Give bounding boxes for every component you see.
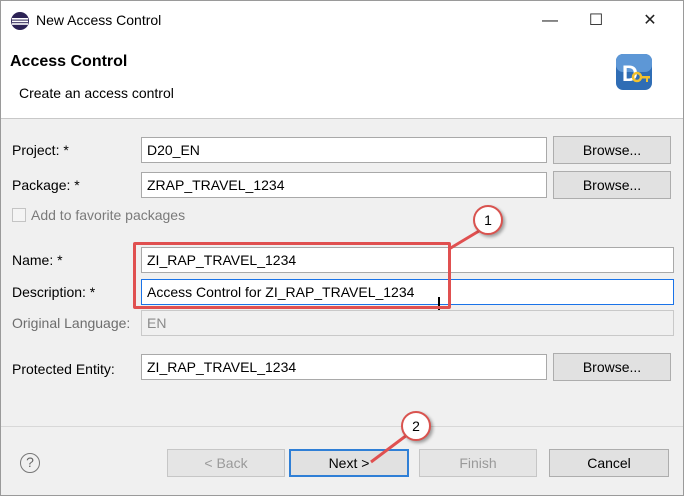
cancel-button[interactable]: Cancel: [549, 449, 669, 477]
new-access-control-dialog: New Access Control — ☐ ✕ Access Control …: [0, 0, 684, 496]
description-label: Description: *: [12, 284, 96, 300]
name-label: Name: *: [12, 252, 63, 268]
page-description: Create an access control: [19, 85, 174, 101]
minimize-button[interactable]: —: [527, 1, 573, 41]
protected-entity-browse-button[interactable]: Browse...: [553, 353, 671, 381]
favorite-packages-option[interactable]: Add to favorite packages: [12, 207, 185, 223]
page-title: Access Control: [10, 53, 128, 70]
favorite-packages-label: Add to favorite packages: [31, 207, 186, 223]
project-browse-button[interactable]: Browse...: [553, 136, 671, 164]
package-field[interactable]: ZRAP_TRAVEL_1234: [141, 172, 547, 198]
favorite-packages-checkbox[interactable]: [12, 208, 26, 222]
maximize-button[interactable]: ☐: [573, 1, 619, 41]
eclipse-icon: [11, 12, 29, 30]
project-field[interactable]: D20_EN: [141, 137, 547, 163]
access-control-key-icon: D: [616, 54, 652, 90]
back-button: < Back: [167, 449, 285, 477]
package-browse-button[interactable]: Browse...: [553, 171, 671, 199]
next-button[interactable]: Next >: [289, 449, 409, 477]
protected-entity-label: Protected Entity:: [12, 361, 115, 377]
title-bar: New Access Control — ☐ ✕: [1, 1, 683, 41]
wizard-header: Access Control Create an access control …: [1, 41, 683, 119]
package-label: Package: *: [12, 177, 80, 193]
window-title: New Access Control: [36, 12, 162, 28]
finish-button: Finish: [419, 449, 537, 477]
project-label: Project: *: [12, 142, 69, 158]
protected-entity-field[interactable]: ZI_RAP_TRAVEL_1234: [141, 354, 547, 380]
callout-1: 1: [473, 205, 503, 235]
original-language-field: EN: [141, 310, 674, 336]
callout-2: 2: [401, 411, 431, 441]
original-language-label: Original Language:: [12, 315, 131, 331]
footer-divider: [1, 426, 683, 427]
help-icon[interactable]: ?: [20, 453, 40, 473]
name-description-highlight: [133, 242, 451, 309]
close-button[interactable]: ✕: [627, 1, 673, 41]
